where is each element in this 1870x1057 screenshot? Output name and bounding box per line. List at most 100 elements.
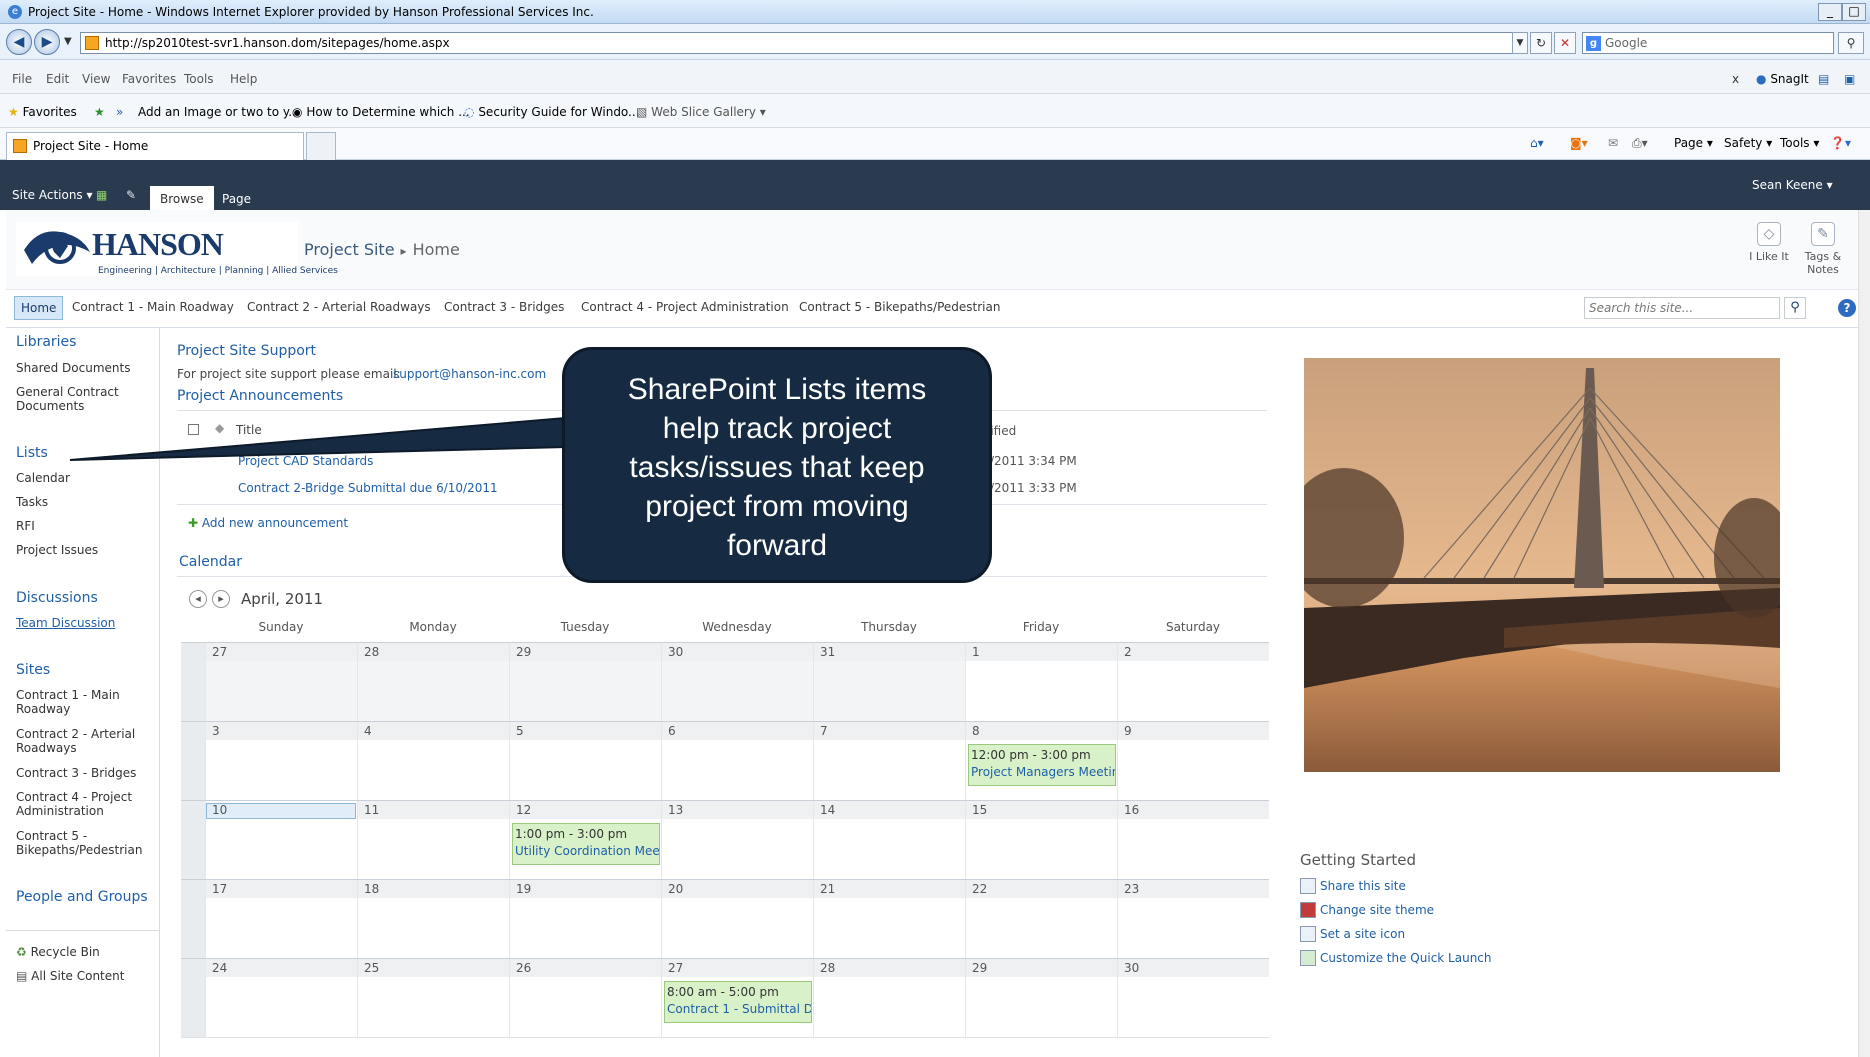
menu-view[interactable]: View — [82, 72, 110, 86]
topnav-contract-5[interactable]: Contract 5 - Bikepaths/Pedestrian — [799, 300, 1000, 314]
calendar-day-cell[interactable]: 15 — [965, 801, 1117, 879]
calendar-day-cell[interactable]: 9 — [1117, 722, 1269, 800]
customize-quick-launch-link[interactable]: Customize the Quick Launch — [1320, 951, 1492, 965]
calendar-day-cell[interactable]: 19 — [509, 880, 661, 958]
snagit-capture-icon[interactable]: ▤ — [1818, 72, 1829, 86]
calendar-day-cell[interactable]: 20 — [661, 880, 813, 958]
calendar-day-cell[interactable]: 3 — [205, 722, 357, 800]
topnav-contract-3[interactable]: Contract 3 - Bridges — [444, 300, 564, 314]
print-icon[interactable]: ⎙▾ — [1632, 136, 1648, 151]
week-gutter[interactable] — [181, 722, 205, 800]
calendar-day-cell[interactable]: 23 — [1117, 880, 1269, 958]
minimize-button[interactable]: _ — [1818, 3, 1842, 21]
ql-rfi[interactable]: RFI — [16, 519, 156, 533]
calendar-day-cell[interactable]: 29 — [509, 643, 661, 721]
calendar-day-cell[interactable]: 1 — [965, 643, 1117, 721]
favorite-link-4[interactable]: ▧ Web Slice Gallery ▾ — [636, 105, 766, 119]
calendar-day-cell[interactable]: 11 — [357, 801, 509, 879]
change-theme-link[interactable]: Change site theme — [1320, 903, 1434, 917]
calendar-day-cell[interactable]: 31 — [813, 643, 965, 721]
topnav-contract-2[interactable]: Contract 2 - Arterial Roadways — [247, 300, 431, 314]
snagit-button[interactable]: ● SnagIt — [1756, 72, 1809, 86]
new-tab-button[interactable] — [306, 132, 336, 160]
forward-button[interactable]: ▶ — [34, 29, 60, 55]
favorite-link-1[interactable]: Add an Image or two to y... — [138, 105, 300, 119]
search-go-icon[interactable]: ⚲ — [1838, 32, 1864, 54]
announcement-1-link[interactable]: Project CAD Standards — [238, 454, 373, 468]
calendar-day-cell[interactable]: 12 1:00 pm - 3:00 pm Utility Coordination … — [509, 801, 661, 879]
history-dropdown-icon[interactable]: ▼ — [64, 36, 72, 47]
ql-general-contract-documents[interactable]: General Contract Documents — [16, 385, 136, 413]
i-like-it-button[interactable]: ◇ I Like It — [1744, 222, 1794, 263]
site-actions-menu[interactable]: Site Actions ▾ — [12, 188, 93, 202]
calendar-day-cell[interactable]: 14 — [813, 801, 965, 879]
search-provider-input[interactable]: g Google — [1582, 32, 1834, 54]
favorite-link-3[interactable]: ◌ Security Guide for Windo... — [464, 105, 640, 119]
col-title-header[interactable]: Title — [236, 423, 262, 437]
calendar-day-cell[interactable]: 10 — [205, 801, 357, 879]
week-gutter[interactable] — [181, 959, 205, 1037]
home-icon[interactable]: ⌂▾ — [1530, 136, 1544, 150]
navigate-up-icon[interactable]: ▦ — [96, 188, 107, 202]
calendar-event[interactable]: 8:00 am - 5:00 pm Contract 1 - Submittal … — [664, 981, 812, 1023]
ql-people-groups[interactable]: People and Groups — [16, 889, 148, 905]
tags-notes-button[interactable]: ✎ Tags & Notes — [1798, 222, 1848, 276]
share-site-link[interactable]: Share this site — [1320, 879, 1406, 893]
tab-browse[interactable]: Browse — [150, 186, 214, 210]
week-gutter[interactable] — [181, 801, 205, 879]
close-toolbar-icon[interactable]: x — [1732, 72, 1739, 86]
calendar-day-cell[interactable]: 27 — [205, 643, 357, 721]
support-email-link[interactable]: support@hanson-inc.com — [393, 367, 546, 381]
calendar-day-cell[interactable]: 7 — [813, 722, 965, 800]
edit-page-icon[interactable]: ✎ — [126, 188, 136, 202]
topnav-home[interactable]: Home — [14, 296, 64, 320]
ql-site-contract-5[interactable]: Contract 5 - Bikepaths/Pedestrian — [16, 829, 146, 857]
calendar-day-cell[interactable]: 21 — [813, 880, 965, 958]
calendar-heading[interactable]: Calendar — [179, 554, 242, 570]
ql-all-site-content[interactable]: ▤ All Site Content — [16, 969, 156, 983]
menu-tools[interactable]: Tools — [184, 72, 214, 86]
calendar-day-cell[interactable]: 30 — [1117, 959, 1269, 1037]
ql-tasks[interactable]: Tasks — [16, 495, 156, 509]
menu-edit[interactable]: Edit — [46, 72, 69, 86]
prev-month-icon[interactable]: ◂ — [189, 590, 207, 608]
address-input[interactable]: http://sp2010test-svr1.hanson.dom/sitepa… — [80, 32, 1526, 54]
announcements-heading[interactable]: Project Announcements — [177, 388, 343, 404]
ql-shared-documents[interactable]: Shared Documents — [16, 361, 156, 375]
calendar-day-cell[interactable]: 28 — [813, 959, 965, 1037]
menu-favorites[interactable]: Favorites — [122, 72, 176, 86]
browser-tab-active[interactable]: Project Site - Home — [6, 132, 304, 160]
calendar-day-cell[interactable]: 26 — [509, 959, 661, 1037]
calendar-day-cell[interactable]: 4 — [357, 722, 509, 800]
calendar-day-cell[interactable]: 29 — [965, 959, 1117, 1037]
calendar-event[interactable]: 12:00 pm - 3:00 pm Project Managers Meeti… — [968, 744, 1116, 786]
feeds-icon[interactable]: ◙▾ — [1570, 136, 1588, 150]
ql-libraries-heading[interactable]: Libraries — [16, 334, 76, 350]
user-menu[interactable]: Sean Keene ▾ — [1752, 178, 1833, 192]
page-menu[interactable]: Page ▾ — [1674, 136, 1713, 150]
address-dropdown-icon[interactable]: ▼ — [1512, 32, 1528, 54]
ql-team-discussion[interactable]: Team Discussion — [16, 616, 156, 630]
hanson-logo[interactable]: HANSON Engineering | Architecture | Plan… — [16, 222, 338, 276]
calendar-day-cell[interactable]: 18 — [357, 880, 509, 958]
calendar-day-cell[interactable]: 24 — [205, 959, 357, 1037]
topnav-contract-4[interactable]: Contract 4 - Project Administration — [581, 300, 789, 314]
select-all-checkbox[interactable] — [188, 424, 199, 435]
help-menu-icon[interactable]: ❓▾ — [1830, 136, 1851, 150]
tools-menu[interactable]: Tools ▾ — [1780, 136, 1819, 150]
next-month-icon[interactable]: ▸ — [212, 590, 230, 608]
calendar-day-cell[interactable]: 5 — [509, 722, 661, 800]
calendar-day-cell[interactable]: 22 — [965, 880, 1117, 958]
site-search-button[interactable]: ⚲ — [1784, 297, 1806, 319]
calendar-day-cell[interactable]: 13 — [661, 801, 813, 879]
calendar-day-cell[interactable]: 17 — [205, 880, 357, 958]
add-favorite-icon[interactable]: ★ — [94, 105, 105, 119]
ql-calendar[interactable]: Calendar — [16, 471, 156, 485]
announcement-2-link[interactable]: Contract 2-Bridge Submittal due 6/10/201… — [238, 481, 498, 495]
calendar-day-cell[interactable]: 16 — [1117, 801, 1269, 879]
more-favorites-icon[interactable]: » — [116, 105, 123, 119]
ql-site-contract-2[interactable]: Contract 2 - Arterial Roadways — [16, 727, 136, 755]
calendar-day-cell[interactable]: 8 12:00 pm - 3:00 pm Project Managers Meet… — [965, 722, 1117, 800]
snagit-options-icon[interactable]: ▣ — [1844, 72, 1855, 86]
breadcrumb-site-link[interactable]: Project Site — [304, 240, 395, 259]
